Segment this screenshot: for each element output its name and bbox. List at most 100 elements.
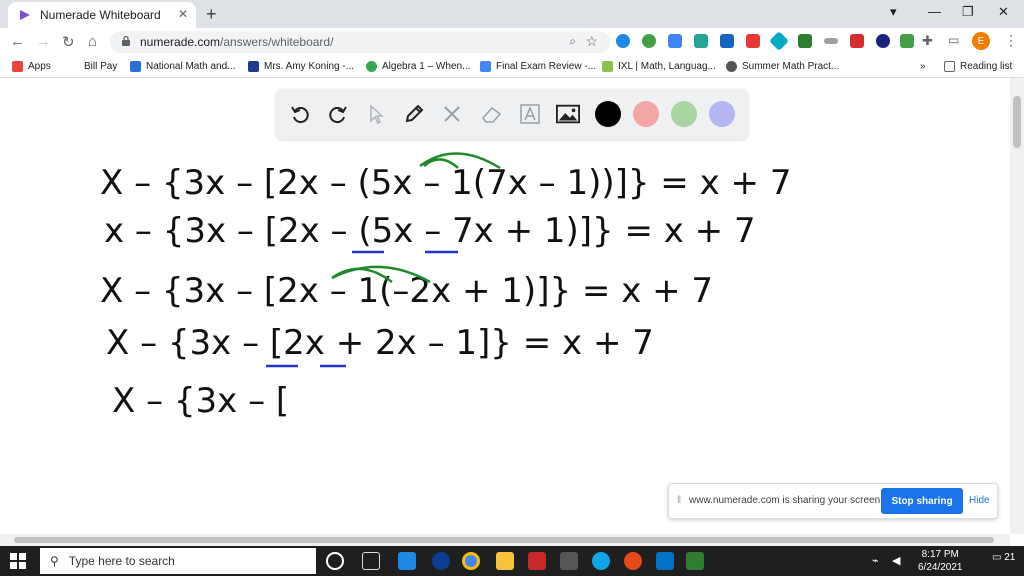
pdf-extension-icon[interactable]	[850, 34, 864, 48]
color-swatch-black[interactable]	[595, 101, 621, 127]
notification-center[interactable]: ▭ 21	[992, 552, 1016, 570]
home-icon[interactable]: ⌂	[88, 33, 97, 50]
bookmark-favicon-icon	[726, 61, 737, 72]
tools-icon[interactable]	[440, 102, 464, 126]
bookmark-star-icon[interactable]: ☆	[585, 33, 598, 50]
tab-strip: Numerade Whiteboard ✕ + ▾ — ❐ ✕	[0, 0, 1024, 28]
close-tab-icon[interactable]: ✕	[178, 7, 188, 21]
extensions-puzzle-icon[interactable]: ✚	[922, 33, 933, 49]
bookmark-favicon-icon	[480, 61, 491, 72]
task-view-icon[interactable]	[362, 552, 380, 570]
image-icon[interactable]	[556, 102, 580, 126]
reading-list-icon	[944, 61, 955, 72]
screen-share-bar: ‖ www.numerade.com is sharing your scree…	[668, 483, 998, 519]
color-swatch-lavender[interactable]	[709, 101, 735, 127]
bookmark-final-exam-review[interactable]: Final Exam Review -...	[480, 61, 596, 72]
extension-teal-icon[interactable]	[694, 34, 708, 48]
extension-k-icon[interactable]	[876, 34, 890, 48]
reload-icon[interactable]: ↻	[62, 33, 75, 51]
whiteboard-toolbar	[276, 89, 748, 139]
share-message: www.numerade.com is sharing your screen.	[689, 495, 883, 506]
forward-icon[interactable]: →	[36, 33, 51, 50]
chrome-icon[interactable]	[462, 552, 480, 570]
zoom-icon[interactable]: ⌕	[569, 34, 576, 49]
text-tool-icon[interactable]	[518, 102, 542, 126]
equation-line-4: X – {3x – [2x + 2x – 1]} = x + 7	[106, 323, 654, 363]
reading-list[interactable]: Reading list	[944, 61, 1012, 72]
bookmark-favicon-icon	[248, 61, 259, 72]
bookmark-favicon-icon	[602, 61, 613, 72]
color-swatch-pink[interactable]	[633, 101, 659, 127]
bookmark-ixl[interactable]: IXL | Math, Languag...	[602, 61, 716, 72]
notification-count: 21	[1004, 552, 1016, 563]
extension-plus-icon[interactable]	[642, 34, 656, 48]
taskbar-search-input[interactable]: ⚲ Type here to search	[40, 548, 316, 574]
bookmark-bill-pay[interactable]: Bill Pay	[84, 61, 117, 72]
apps-grid-icon	[12, 61, 23, 72]
taskbar-clock[interactable]: 8:17 PM 6/24/2021	[918, 548, 963, 574]
cortana-icon[interactable]	[326, 552, 344, 570]
app-icon[interactable]	[528, 552, 546, 570]
eraser-icon[interactable]	[480, 102, 504, 126]
select-pointer-icon[interactable]	[364, 102, 388, 126]
hide-button[interactable]: Hide	[969, 495, 990, 506]
bookmark-mrs-amy-koning[interactable]: Mrs. Amy Koning -...	[248, 61, 354, 72]
profile-avatar[interactable]: E	[972, 32, 990, 50]
color-swatch-green[interactable]	[671, 101, 697, 127]
extension-badge-icon[interactable]	[668, 34, 682, 48]
equation-line-3: X – {3x – [2x – 1(–2x + 1)]} = x + 7	[100, 271, 713, 311]
extension-edge-icon[interactable]	[616, 34, 630, 48]
vertical-scrollbar[interactable]	[1010, 78, 1024, 534]
search-icon: ⚲	[50, 554, 59, 568]
file-explorer-icon[interactable]	[496, 552, 514, 570]
extension-blue-icon[interactable]	[720, 34, 734, 48]
extension-red-icon[interactable]	[746, 34, 760, 48]
url-host: numerade.com	[140, 35, 221, 49]
address-bar[interactable]: numerade.com/answers/whiteboard/ ⌕ ☆	[110, 31, 610, 53]
restore-icon[interactable]: ❐	[962, 4, 974, 20]
scrollbar-thumb[interactable]	[1013, 96, 1021, 148]
outlook-icon[interactable]	[656, 552, 674, 570]
extension-lines-icon[interactable]	[824, 38, 838, 44]
tab-numerade-whiteboard[interactable]: Numerade Whiteboard ✕	[8, 2, 196, 28]
drag-handle-icon[interactable]: ‖	[677, 495, 681, 506]
clock-time: 8:17 PM	[921, 549, 959, 560]
network-icon[interactable]: ⌁	[872, 554, 879, 567]
bookmark-apps[interactable]: Apps	[12, 61, 51, 72]
app-icon[interactable]	[686, 552, 704, 570]
media-app-icon[interactable]	[432, 552, 450, 570]
edge-icon[interactable]	[592, 552, 610, 570]
new-tab-icon[interactable]: +	[206, 4, 217, 25]
minimize-icon[interactable]: —	[928, 4, 941, 19]
equation-line-1: X – {3x – [2x – (5x – 1(7x – 1))]} = x +…	[100, 163, 791, 203]
back-icon[interactable]: ←	[10, 33, 25, 50]
extension-green-icon[interactable]	[798, 34, 812, 48]
numerade-logo-icon	[20, 10, 30, 20]
menu-kebab-icon[interactable]: ⋮	[1004, 32, 1018, 49]
close-window-icon[interactable]: ✕	[998, 4, 1009, 20]
undo-icon[interactable]	[288, 102, 312, 126]
bookmark-algebra-1[interactable]: Algebra 1 – When...	[366, 61, 470, 72]
horizontal-scrollbar[interactable]	[0, 534, 1010, 546]
bookmark-national-math[interactable]: National Math and...	[130, 61, 236, 72]
bookmark-favicon-icon	[366, 61, 377, 72]
windows-start-icon[interactable]	[10, 553, 26, 569]
store-icon[interactable]	[560, 552, 578, 570]
stop-sharing-button[interactable]: Stop sharing	[881, 488, 963, 514]
scrollbar-thumb[interactable]	[14, 537, 994, 543]
pen-icon[interactable]	[402, 102, 426, 126]
cast-icon[interactable]: ▭	[948, 33, 959, 47]
redo-icon[interactable]	[326, 102, 350, 126]
volume-icon[interactable]: ◀	[892, 554, 900, 567]
weather-app-icon[interactable]	[398, 552, 416, 570]
lock-icon	[122, 35, 130, 46]
bookmarks-bar: Apps Bill Pay National Math and... Mrs. …	[0, 56, 1024, 78]
windows-taskbar: ⚲ Type here to search ⌁ ◀ 8:17 PM 6/24/2…	[0, 546, 1024, 576]
equation-line-5: X – {3x – [	[112, 381, 289, 421]
bookmark-summer-math[interactable]: Summer Math Pract...	[726, 61, 839, 72]
extension-calendar-icon[interactable]	[900, 34, 914, 48]
profile-dropdown-icon[interactable]: ▾	[890, 4, 897, 20]
bookmarks-overflow[interactable]: »	[920, 61, 926, 72]
app-icon[interactable]	[624, 552, 642, 570]
url-path: /answers/whiteboard/	[220, 35, 334, 49]
